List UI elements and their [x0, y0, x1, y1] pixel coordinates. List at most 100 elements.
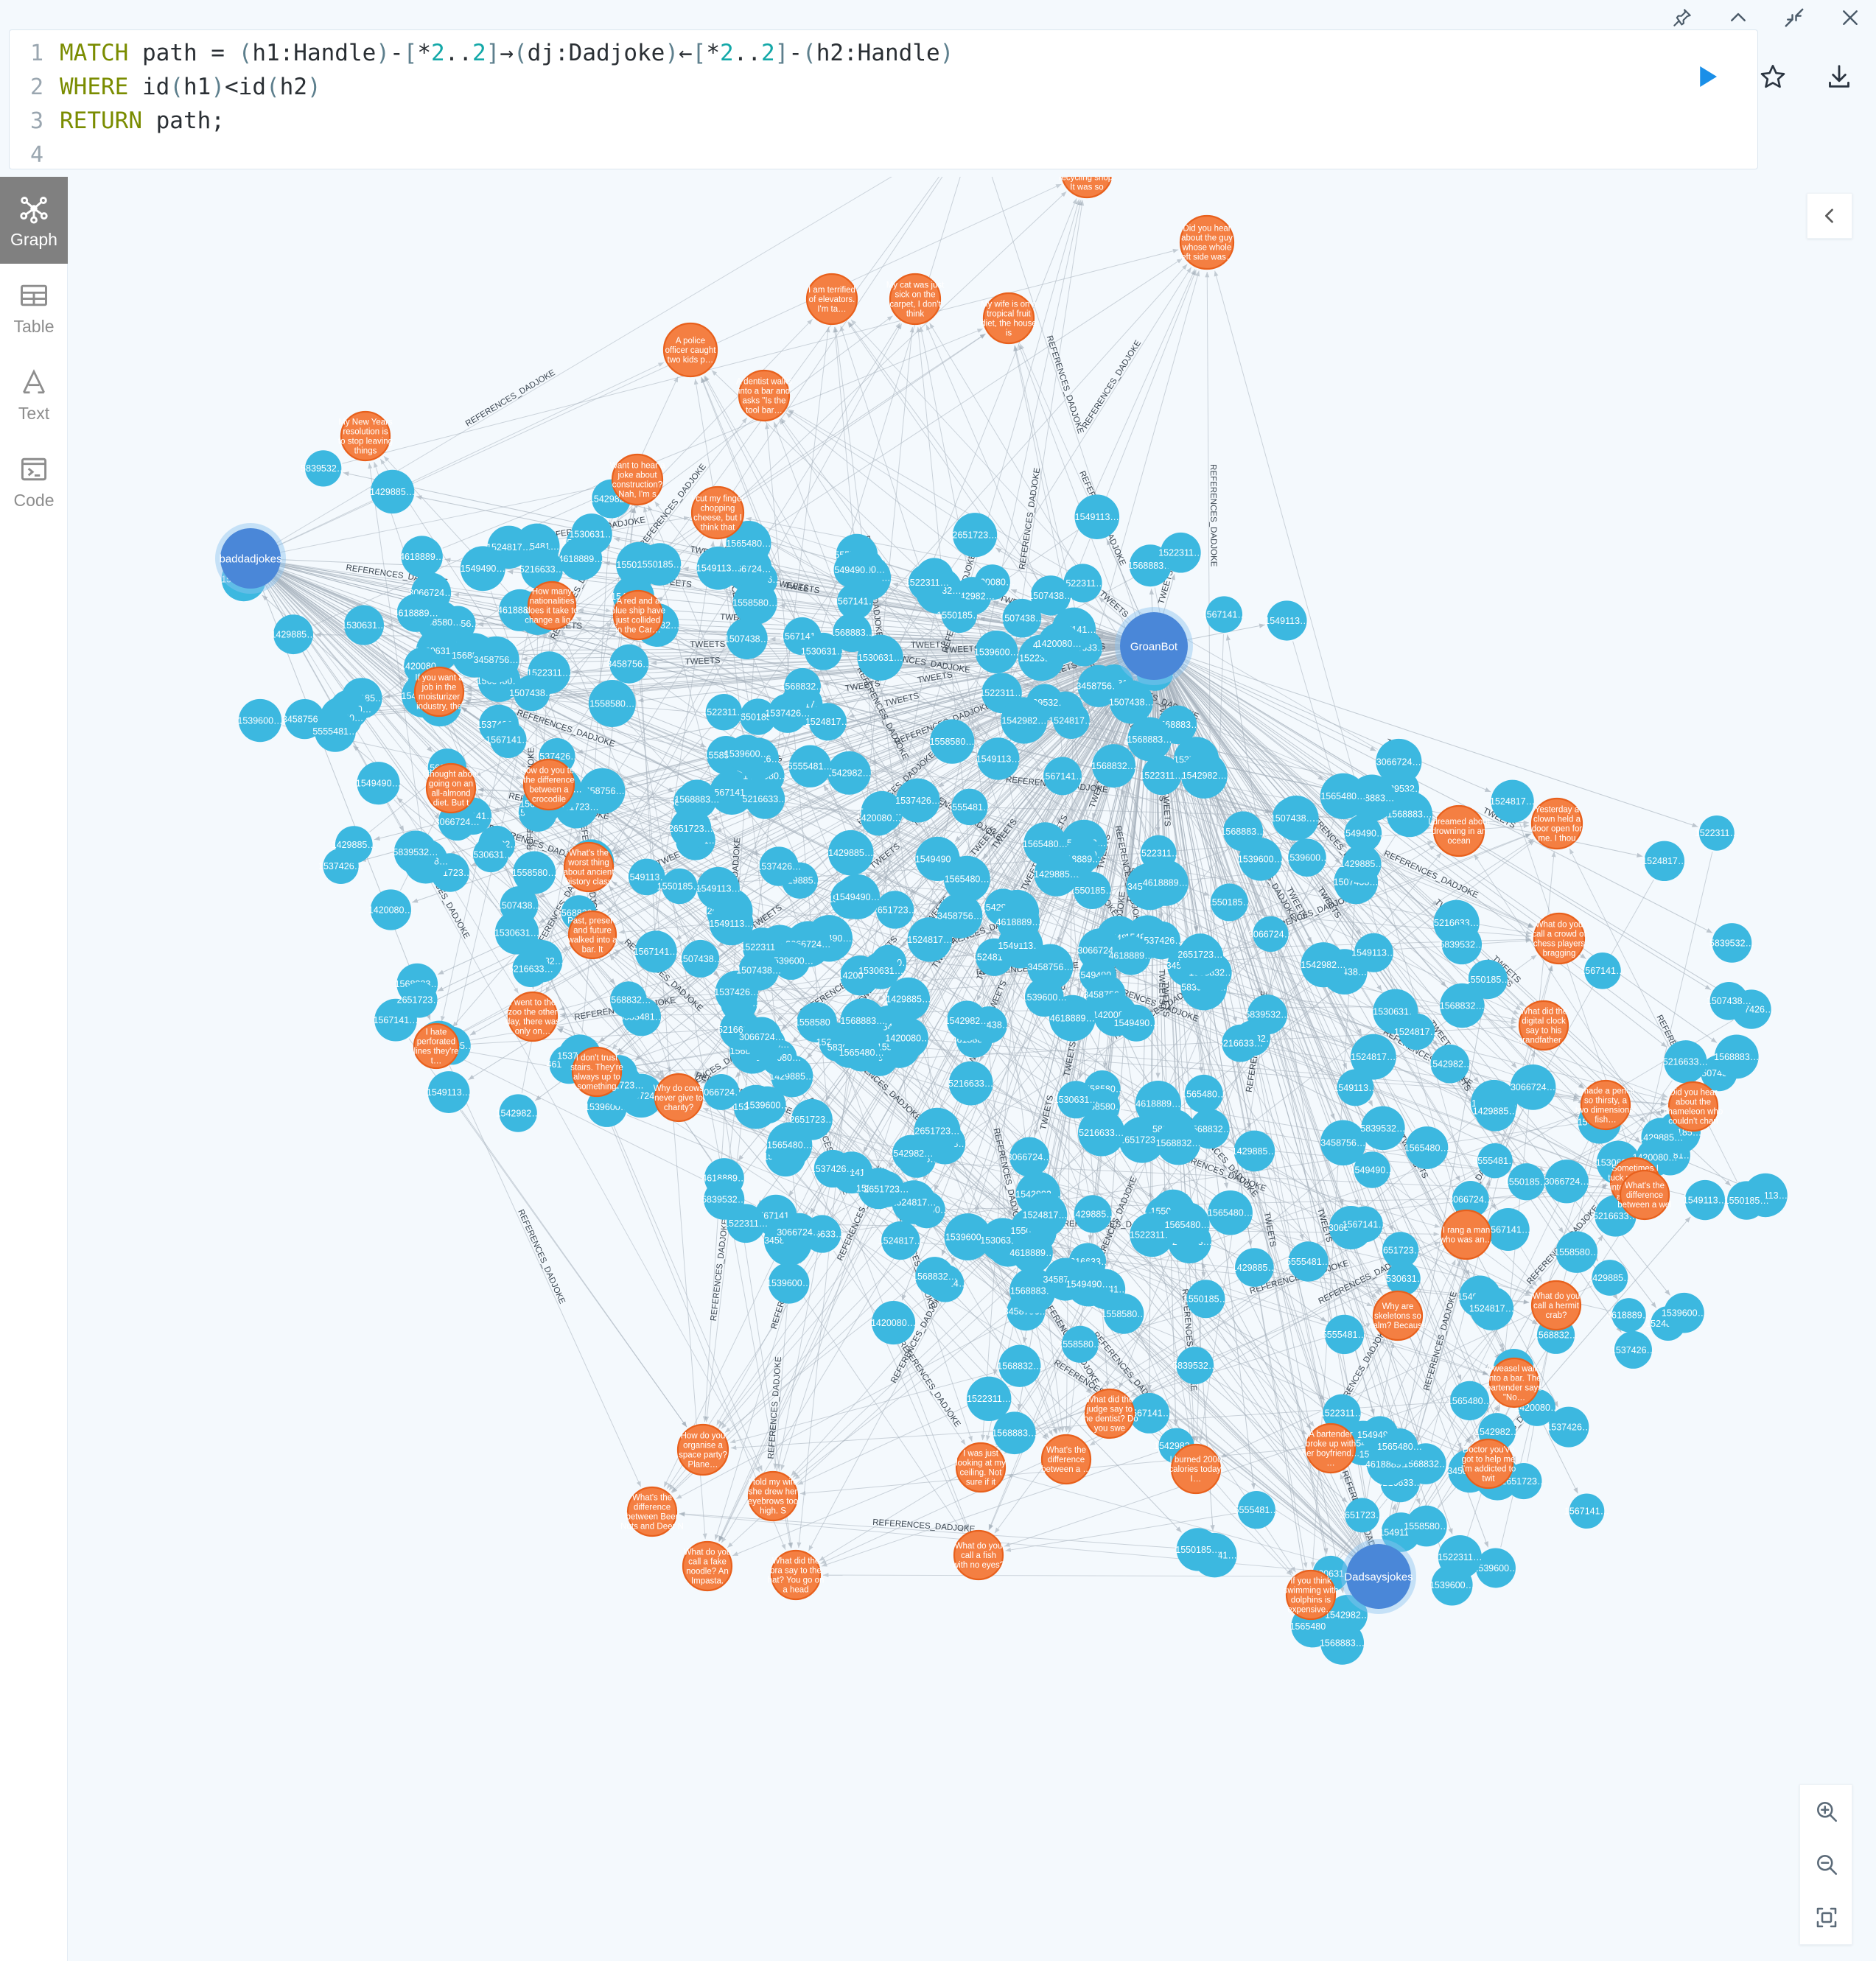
zoom-out-button[interactable]	[1800, 1838, 1853, 1891]
graph-node-dadjoke[interactable]: What's thedifferencebetween BeerNuts and…	[620, 1486, 684, 1537]
node-circle[interactable]	[997, 900, 1040, 944]
graph-node-dadjoke[interactable]: What's theworst thingabout ancienthistor…	[563, 841, 615, 893]
graph-node-tweet[interactable]: 1542982…	[1301, 942, 1346, 988]
graph-node-tweet[interactable]: 5839532…	[301, 450, 346, 487]
node-circle[interactable]	[1057, 1081, 1095, 1119]
node-circle[interactable]	[953, 1529, 1004, 1581]
graph-node-tweet[interactable]: 1522311…	[1695, 815, 1739, 851]
node-circle[interactable]	[1040, 1434, 1092, 1485]
node-circle[interactable]	[967, 1376, 1012, 1422]
graph-node-tweet[interactable]: 5839532…	[1709, 923, 1754, 963]
node-circle[interactable]	[948, 1061, 993, 1106]
node-circle[interactable]	[340, 410, 391, 462]
node-circle[interactable]	[1043, 757, 1082, 796]
node-circle[interactable]	[1176, 1347, 1214, 1385]
node-circle[interactable]	[892, 1134, 929, 1172]
node-circle[interactable]	[472, 636, 519, 683]
node-circle[interactable]	[770, 1549, 822, 1601]
node-circle[interactable]	[220, 528, 281, 589]
node-circle[interactable]	[1361, 1106, 1405, 1151]
graph-node-dadjoke[interactable]: I rang a manwho was an…	[1439, 1209, 1493, 1260]
graph-node-dadjoke[interactable]: A dentist walksinto a bar andasks "Is th…	[736, 369, 792, 422]
sidebar-item-graph[interactable]: Graph	[0, 177, 68, 264]
node-circle[interactable]	[507, 991, 559, 1042]
node-circle[interactable]	[889, 273, 942, 326]
graph-node-dadjoke[interactable]: I hateperforatedlines they'ret…	[413, 1022, 460, 1070]
node-circle[interactable]	[977, 737, 1020, 780]
node-circle[interactable]	[1073, 871, 1111, 909]
node-circle[interactable]	[1001, 697, 1048, 744]
node-circle[interactable]	[1179, 214, 1235, 270]
graph-node-tweet[interactable]: 4618889…	[1606, 1298, 1651, 1333]
node-circle[interactable]	[1510, 1064, 1556, 1110]
node-circle[interactable]	[842, 1034, 881, 1072]
node-circle[interactable]	[726, 1204, 766, 1243]
graph-node-dadjoke[interactable]: How do youorganise aspace party?Plane…	[676, 1423, 729, 1476]
node-circle[interactable]	[1127, 717, 1172, 762]
node-circle[interactable]	[1208, 1190, 1253, 1235]
node-circle[interactable]	[1614, 1330, 1652, 1369]
node-circle[interactable]	[1346, 1206, 1383, 1243]
graph-node-tweet[interactable]: 1549113…	[1683, 1179, 1727, 1221]
graph-node-tweet[interactable]: 1542982…	[827, 751, 872, 795]
graph-node-tweet[interactable]: 1524817…	[1350, 1034, 1396, 1080]
graph-node-dadjoke[interactable]: My cat was justsick on thecarpet, I don'…	[886, 273, 945, 326]
node-circle[interactable]	[610, 981, 647, 1018]
graph-node-tweet[interactable]: 1567141…	[1580, 953, 1625, 989]
graph-node-tweet[interactable]: 1549490…	[356, 762, 401, 805]
node-circle[interactable]	[834, 874, 881, 919]
node-circle[interactable]	[862, 952, 900, 989]
node-circle[interactable]	[626, 1486, 678, 1537]
node-circle[interactable]	[1111, 936, 1151, 975]
node-circle[interactable]	[1233, 1130, 1275, 1172]
graph-node-tweet[interactable]: 3066724…	[1376, 738, 1422, 785]
node-circle[interactable]	[1223, 811, 1264, 852]
node-circle[interactable]	[1180, 751, 1228, 799]
node-circle[interactable]	[1109, 680, 1154, 724]
node-circle[interactable]	[1288, 1241, 1329, 1282]
node-circle[interactable]	[941, 597, 977, 634]
graph-node-tweet[interactable]: 4618889…	[1142, 859, 1189, 906]
graph-node-tweet[interactable]: 1558580…	[1554, 1231, 1599, 1273]
node-circle[interactable]	[628, 858, 665, 896]
node-circle[interactable]	[738, 950, 780, 991]
graph-node-tweet[interactable]: 3458756…	[1027, 944, 1074, 990]
pin-icon[interactable]	[1670, 5, 1695, 30]
graph-node-dadjoke[interactable]: If you want ajob in themoisturizerindust…	[413, 666, 465, 718]
node-circle[interactable]	[1267, 600, 1307, 641]
node-circle[interactable]	[1449, 1381, 1490, 1421]
graph-node-dadjoke[interactable]: Why do cowsnever give tocharity?	[654, 1073, 704, 1123]
graph-node-tweet[interactable]: 1549490…	[1065, 1261, 1111, 1307]
node-circle[interactable]	[1712, 923, 1752, 963]
graph-node-tweet[interactable]: 1524817…	[1642, 841, 1687, 882]
graph-node-tweet[interactable]: 1567141…	[1485, 1208, 1530, 1252]
chevron-up-icon[interactable]	[1726, 5, 1751, 30]
graph-node-tweet[interactable]: 1542982…	[1180, 751, 1228, 799]
node-circle[interactable]	[396, 594, 435, 632]
graph-node-dadjoke[interactable]: I don't truststairs. They'realways up to…	[570, 1046, 623, 1098]
query-editor[interactable]: 1 MATCH path = (h1:Handle)-[*2..2]→(dj:Da…	[9, 29, 1758, 169]
node-circle[interactable]	[780, 1213, 819, 1252]
node-circle[interactable]	[738, 369, 791, 422]
node-circle[interactable]	[946, 1000, 987, 1041]
node-circle[interactable]	[805, 632, 842, 670]
node-circle[interactable]	[875, 891, 914, 929]
node-circle[interactable]	[1533, 912, 1586, 965]
node-circle[interactable]	[827, 751, 871, 795]
node-circle[interactable]	[1372, 1290, 1424, 1341]
zoom-fit-button[interactable]	[1800, 1891, 1853, 1944]
node-circle[interactable]	[490, 721, 527, 758]
node-circle[interactable]	[522, 758, 575, 811]
node-circle[interactable]	[1237, 1490, 1275, 1529]
node-circle[interactable]	[929, 719, 975, 764]
node-circle[interactable]	[887, 1017, 928, 1059]
node-circle[interactable]	[473, 836, 509, 873]
graph-node-handle[interactable]: Dadsaysjokes	[1341, 1539, 1416, 1614]
node-circle[interactable]	[833, 551, 870, 588]
node-circle[interactable]	[1580, 1079, 1631, 1131]
node-circle[interactable]	[813, 1149, 852, 1188]
node-circle[interactable]	[915, 1257, 955, 1297]
node-circle[interactable]	[1714, 1034, 1759, 1079]
node-circle[interactable]	[1065, 1261, 1111, 1307]
node-circle[interactable]	[357, 762, 400, 805]
